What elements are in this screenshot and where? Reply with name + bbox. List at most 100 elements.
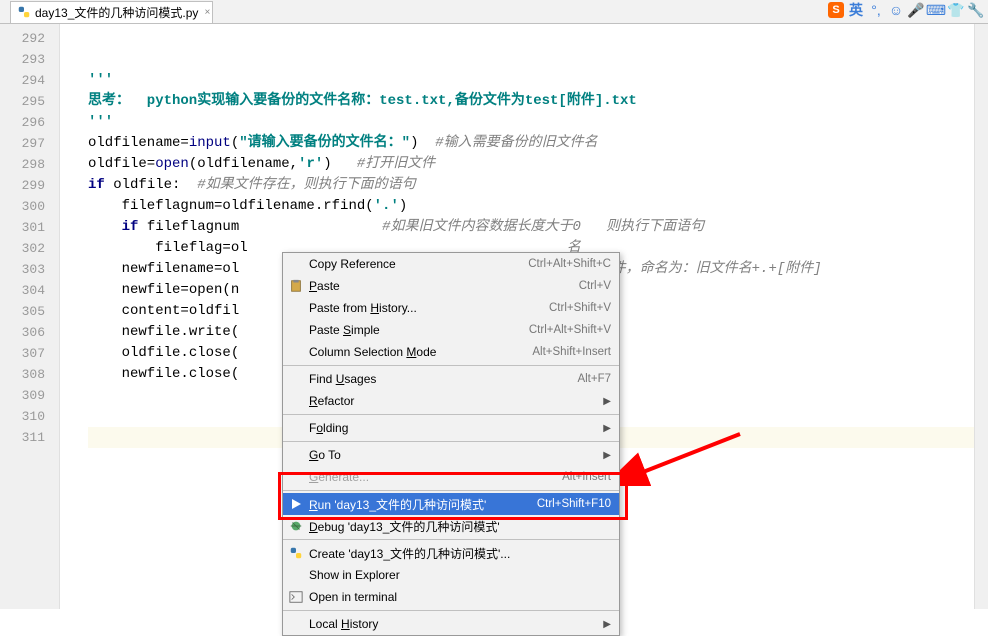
code-line: ''' — [88, 112, 988, 133]
menu-item-find-usages[interactable]: Find UsagesAlt+F7 — [283, 368, 619, 390]
chevron-right-icon: ▶ — [603, 396, 611, 407]
line-number: 303 — [0, 259, 45, 280]
menu-item-run-day13[interactable]: Run 'day13_文件的几种访问模式'Ctrl+Shift+F10 — [283, 493, 619, 515]
term-icon — [288, 589, 304, 605]
menu-item-label: Show in Explorer — [309, 568, 611, 582]
menu-shortcut: Ctrl+Alt+Shift+C — [528, 258, 611, 270]
menu-item-show-in-explorer[interactable]: Show in Explorer — [283, 564, 619, 586]
line-number: 296 — [0, 112, 45, 133]
menu-separator — [283, 539, 619, 540]
debug-icon — [288, 518, 304, 534]
line-number: 311 — [0, 427, 45, 448]
tool-icon[interactable]: 🔧 — [968, 2, 984, 18]
vertical-scrollbar[interactable] — [974, 24, 988, 609]
menu-item-paste-from-history[interactable]: Paste from History...Ctrl+Shift+V — [283, 297, 619, 319]
menu-item-folding[interactable]: Folding▶ — [283, 417, 619, 439]
tab-filename: day13_文件的几种访问模式.py — [35, 4, 198, 21]
menu-separator — [283, 610, 619, 611]
line-number: 306 — [0, 322, 45, 343]
menu-item-open-in-terminal[interactable]: Open in terminal — [283, 586, 619, 608]
menu-shortcut: Ctrl+V — [579, 280, 611, 292]
line-number: 299 — [0, 175, 45, 196]
menu-item-copy-reference[interactable]: Copy ReferenceCtrl+Alt+Shift+C — [283, 253, 619, 275]
line-number: 302 — [0, 238, 45, 259]
menu-item-label: Find Usages — [309, 372, 577, 386]
line-number: 298 — [0, 154, 45, 175]
menu-item-paste-simple[interactable]: Paste SimpleCtrl+Alt+Shift+V — [283, 319, 619, 341]
ime-lang-icon[interactable]: 英 — [848, 2, 864, 18]
menu-item-label: Local History — [309, 617, 603, 631]
skin-icon[interactable]: 👕 — [948, 2, 964, 18]
menu-shortcut: Alt+Shift+Insert — [532, 346, 611, 358]
chevron-right-icon: ▶ — [603, 450, 611, 461]
menu-item-create-day13[interactable]: Create 'day13_文件的几种访问模式'... — [283, 542, 619, 564]
menu-item-label: Generate... — [309, 470, 562, 484]
menu-item-label: Open in terminal — [309, 590, 611, 604]
menu-shortcut: Alt+Insert — [562, 471, 611, 483]
menu-item-label: Paste from History... — [309, 301, 549, 315]
line-number: 310 — [0, 406, 45, 427]
menu-item-label: Copy Reference — [309, 257, 528, 271]
code-line: oldfile=open(oldfilename,'r') #打开旧文件 — [88, 154, 988, 175]
menu-item-generate: Generate...Alt+Insert — [283, 466, 619, 488]
line-number: 308 — [0, 364, 45, 385]
line-number: 304 — [0, 280, 45, 301]
menu-shortcut: Alt+F7 — [577, 373, 611, 385]
menu-item-label: Paste — [309, 279, 579, 293]
menu-item-label: Debug 'day13_文件的几种访问模式' — [309, 518, 611, 535]
chevron-right-icon: ▶ — [603, 619, 611, 630]
menu-shortcut: Ctrl+Shift+V — [549, 302, 611, 314]
tab-close-icon[interactable]: × — [205, 7, 211, 18]
line-number: 294 — [0, 70, 45, 91]
menu-separator — [283, 490, 619, 491]
menu-item-column-selection-mode[interactable]: Column Selection ModeAlt+Shift+Insert — [283, 341, 619, 363]
mic-icon[interactable]: 🎤 — [908, 2, 924, 18]
emoji-icon[interactable]: ☺ — [888, 2, 904, 18]
code-line — [88, 28, 988, 49]
py-icon — [288, 545, 304, 561]
chevron-right-icon: ▶ — [603, 423, 611, 434]
menu-separator — [283, 365, 619, 366]
menu-item-label: Paste Simple — [309, 323, 529, 337]
line-number: 300 — [0, 196, 45, 217]
menu-item-label: Run 'day13_文件的几种访问模式' — [309, 496, 537, 513]
line-number: 292 — [0, 28, 45, 49]
code-line — [88, 49, 988, 70]
line-number-gutter: 2922932942952962972982993003013023033043… — [0, 24, 60, 609]
line-number: 301 — [0, 217, 45, 238]
code-line: if fileflagnum #如果旧文件内容数据长度大于0 则执行下面语句 — [88, 217, 988, 238]
line-number: 305 — [0, 301, 45, 322]
menu-shortcut: Ctrl+Alt+Shift+V — [529, 324, 611, 336]
system-tray: S 英 °, ☺ 🎤 ⌨ 👕 🔧 — [828, 0, 984, 20]
keyboard-icon[interactable]: ⌨ — [928, 2, 944, 18]
code-line: oldfilename=input("请输入要备份的文件名：") #输入需要备份… — [88, 133, 988, 154]
line-number: 309 — [0, 385, 45, 406]
menu-item-paste[interactable]: PasteCtrl+V — [283, 275, 619, 297]
line-number: 297 — [0, 133, 45, 154]
menu-item-label: Column Selection Mode — [309, 345, 532, 359]
menu-item-label: Folding — [309, 421, 603, 435]
python-file-icon — [17, 5, 31, 19]
line-number: 307 — [0, 343, 45, 364]
menu-item-go-to[interactable]: Go To▶ — [283, 444, 619, 466]
menu-shortcut: Ctrl+Shift+F10 — [537, 498, 611, 510]
menu-item-label: Create 'day13_文件的几种访问模式'... — [309, 545, 611, 562]
menu-separator — [283, 414, 619, 415]
menu-separator — [283, 441, 619, 442]
paste-icon — [288, 278, 304, 294]
menu-item-label: Go To — [309, 448, 603, 462]
code-line: ''' — [88, 70, 988, 91]
menu-item-debug-day13[interactable]: Debug 'day13_文件的几种访问模式' — [283, 515, 619, 537]
menu-item-label: Refactor — [309, 394, 603, 408]
punct-icon[interactable]: °, — [868, 2, 884, 18]
menu-item-refactor[interactable]: Refactor▶ — [283, 390, 619, 412]
run-icon — [288, 496, 304, 512]
code-line: 思考： python实现输入要备份的文件名称：test.txt,备份文件为tes… — [88, 91, 988, 112]
code-line: fileflagnum=oldfilename.rfind('.') — [88, 196, 988, 217]
sogou-icon[interactable]: S — [828, 2, 844, 18]
menu-item-local-history[interactable]: Local History▶ — [283, 613, 619, 635]
editor-context-menu[interactable]: Copy ReferenceCtrl+Alt+Shift+CPasteCtrl+… — [282, 252, 620, 636]
file-tab[interactable]: day13_文件的几种访问模式.py × — [10, 1, 213, 23]
line-number: 293 — [0, 49, 45, 70]
line-number: 295 — [0, 91, 45, 112]
